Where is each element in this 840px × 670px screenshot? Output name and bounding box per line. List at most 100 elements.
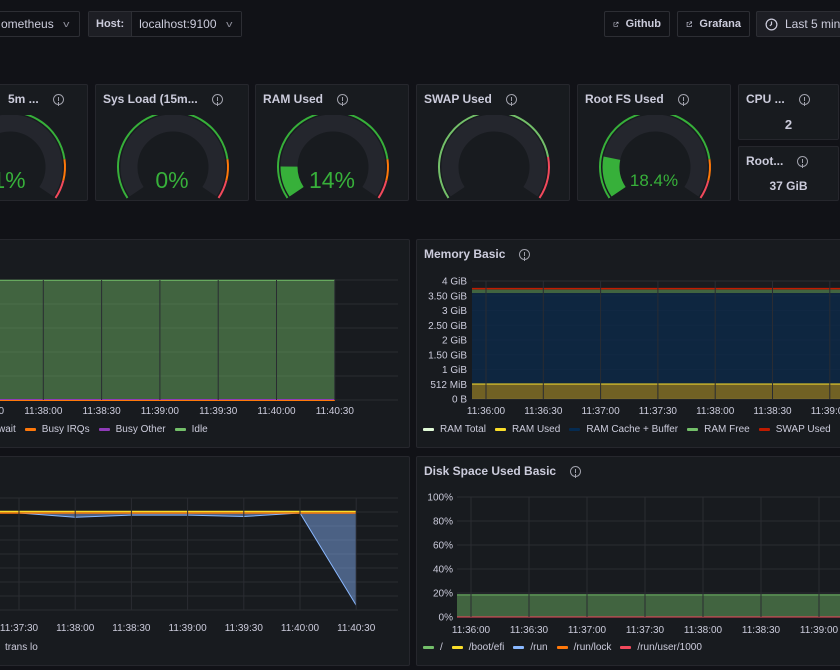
stat-panel-cpu-cores[interactable]: CPU ... 2: [738, 84, 839, 140]
series-area-idle: [0, 280, 335, 400]
github-label: Github: [625, 18, 661, 30]
external-link-icon: [686, 21, 693, 27]
x-tick-label: 11:37:00: [568, 625, 607, 636]
network-traffic-panel[interactable]: 11:37:30 11:38:00 11:38:30 11:39:00 11:39:30…: [0, 456, 410, 666]
legend-item[interactable]: /: [423, 642, 443, 653]
legend-item[interactable]: /run: [513, 642, 548, 653]
series-area-trans-lo: [0, 513, 357, 606]
y-tick-label: 4 GiB: [442, 277, 467, 288]
legend-label: Busy Other: [115, 424, 166, 435]
stat-value: 2: [784, 117, 793, 132]
legend-item[interactable]: Busy Other: [98, 424, 166, 435]
y-tick-label: 1 GiB: [442, 365, 467, 376]
network-legend: trans lo: [5, 642, 47, 653]
info-icon[interactable]: [797, 155, 809, 167]
datasource-value: ometheus: [1, 17, 54, 31]
gauge-panel-root-fs-used[interactable]: Root FS Used 18.4%: [577, 84, 731, 201]
y-tick-label: 3 GiB: [442, 306, 467, 317]
legend-item[interactable]: RAM Cache + Buffer: [569, 424, 678, 435]
legend-label: trans lo: [5, 642, 38, 653]
x-tick-label: 11:39:00: [169, 623, 208, 634]
legend-swatch: [423, 646, 434, 649]
panel-title: 5m ...: [8, 92, 39, 106]
legend-item[interactable]: Busy IRQs: [24, 424, 90, 435]
cpu-chart: 11:37:30 11:38:00 11:38:30 11:39:00 11:39:30…: [0, 279, 398, 417]
gauge-panel-sys-load-15m[interactable]: Sys Load (15m... 0%: [95, 84, 249, 201]
legend-item[interactable]: trans lo: [5, 642, 38, 653]
legend-item[interactable]: Idle: [174, 424, 208, 435]
x-tick-label: 11:40:30: [337, 623, 376, 634]
x-tick-label: 11:39:00: [141, 406, 180, 417]
legend-item[interactable]: RAM Free: [687, 424, 750, 435]
cpu-basic-panel[interactable]: 11:37:30 11:38:00 11:38:30 11:39:00 11:39:30…: [0, 239, 410, 448]
x-tick-label: 11:38:00: [24, 406, 63, 417]
info-icon[interactable]: [211, 93, 223, 105]
info-icon[interactable]: [677, 93, 689, 105]
legend-item[interactable]: /run/user/1000: [620, 642, 702, 653]
legend-swatch: [494, 428, 506, 431]
legend-item[interactable]: /boot/efi: [451, 642, 505, 653]
legend-label: /boot/efi: [468, 642, 505, 653]
host-label: Host:: [89, 12, 133, 36]
gauge-value: 1%: [0, 167, 26, 193]
disk-space-panel[interactable]: Disk Space Used Basic 0% 20% 40% 60% 80% 100%…: [416, 456, 840, 666]
memory-chart: 0 B 512 MiB 1 GiB 1.50 GiB 2 GiB 2.50 GiB 3 Gi…: [428, 277, 840, 417]
legend-swatch: [513, 646, 525, 649]
legend-item[interactable]: SWAP Used: [758, 424, 831, 435]
gauge-panel-swap-used[interactable]: SWAP Used: [416, 84, 570, 201]
x-tick-label: 11:40:00: [281, 623, 320, 634]
legend-label: RAM Cache + Buffer: [586, 424, 679, 435]
info-icon[interactable]: [798, 93, 810, 105]
legend-swatch: [556, 646, 568, 649]
x-tick-label: 11:36:00: [467, 406, 506, 417]
legend-label: /run/lock: [573, 642, 612, 653]
clock-icon: [765, 18, 778, 30]
host-variable[interactable]: Host: localhost:9100 v: [88, 11, 242, 37]
host-value: localhost:9100: [139, 17, 217, 31]
panel-title: CPU ...: [746, 92, 785, 106]
x-tick-label: 11:38:30: [112, 623, 151, 634]
gauge-panel-sys-load-5m[interactable]: 5m ... 1%: [0, 84, 88, 201]
legend-swatch: [98, 428, 110, 431]
series-area-root: [457, 594, 840, 617]
y-tick-label: 0 B: [452, 395, 467, 406]
gauge-value: 0%: [155, 167, 189, 193]
x-tick-label: 11:38:00: [684, 625, 723, 636]
memory-basic-panel[interactable]: Memory Basic 0 B 512 MiB 1 GiB 1.50 GiB 2 Gi…: [416, 239, 840, 448]
cpu-legend: wait Busy IRQs Busy Other Idle: [0, 424, 217, 435]
info-icon[interactable]: [337, 93, 349, 105]
x-tick-label: 11:38:30: [83, 406, 122, 417]
series-area-ram-free: [472, 289, 840, 294]
legend-item[interactable]: /run/lock: [556, 642, 612, 653]
x-tick-label: 11:40:30: [316, 406, 355, 417]
x-tick-label: 11:36:30: [524, 406, 563, 417]
info-icon[interactable]: [52, 93, 64, 105]
panel-title: Root FS Used: [585, 92, 664, 106]
y-tick-label: 60%: [433, 541, 453, 552]
legend-swatch: [620, 646, 632, 649]
x-tick-label: 11:39:30: [225, 623, 264, 634]
panel-title: Root...: [746, 154, 784, 168]
datasource-select[interactable]: ometheus v: [0, 11, 80, 37]
legend-label: RAM Free: [704, 424, 750, 435]
legend-item[interactable]: wait: [0, 424, 16, 435]
host-select[interactable]: localhost:9100 v: [132, 12, 241, 36]
gauge-panel-ram-used[interactable]: RAM Used 14%: [255, 84, 409, 201]
panel-title: SWAP Used: [424, 92, 492, 106]
memory-legend: RAM Total RAM Used RAM Cache + Buffer RAM F…: [423, 424, 840, 435]
legend-label: Busy IRQs: [41, 424, 90, 435]
legend-item[interactable]: RAM Used: [494, 424, 560, 435]
legend-item[interactable]: RAM Total: [423, 424, 486, 435]
gauge: [438, 115, 550, 199]
stat-panel-root-fs-total[interactable]: Root... 37 GiB: [738, 146, 839, 201]
y-tick-label: 40%: [433, 565, 453, 576]
x-tick-label: 11:38:00: [56, 623, 95, 634]
info-icon[interactable]: [505, 93, 517, 105]
legend-swatch: [687, 428, 699, 431]
legend-label: SWAP Used: [775, 424, 831, 435]
grafana-link-button[interactable]: Grafana: [677, 11, 750, 37]
github-link-button[interactable]: Github: [604, 11, 670, 37]
time-range-picker[interactable]: Last 5 min: [756, 11, 840, 37]
legend-swatch: [174, 428, 186, 431]
disk-legend: / /boot/efi/run/run/lock/run/user/1000: [423, 642, 711, 653]
